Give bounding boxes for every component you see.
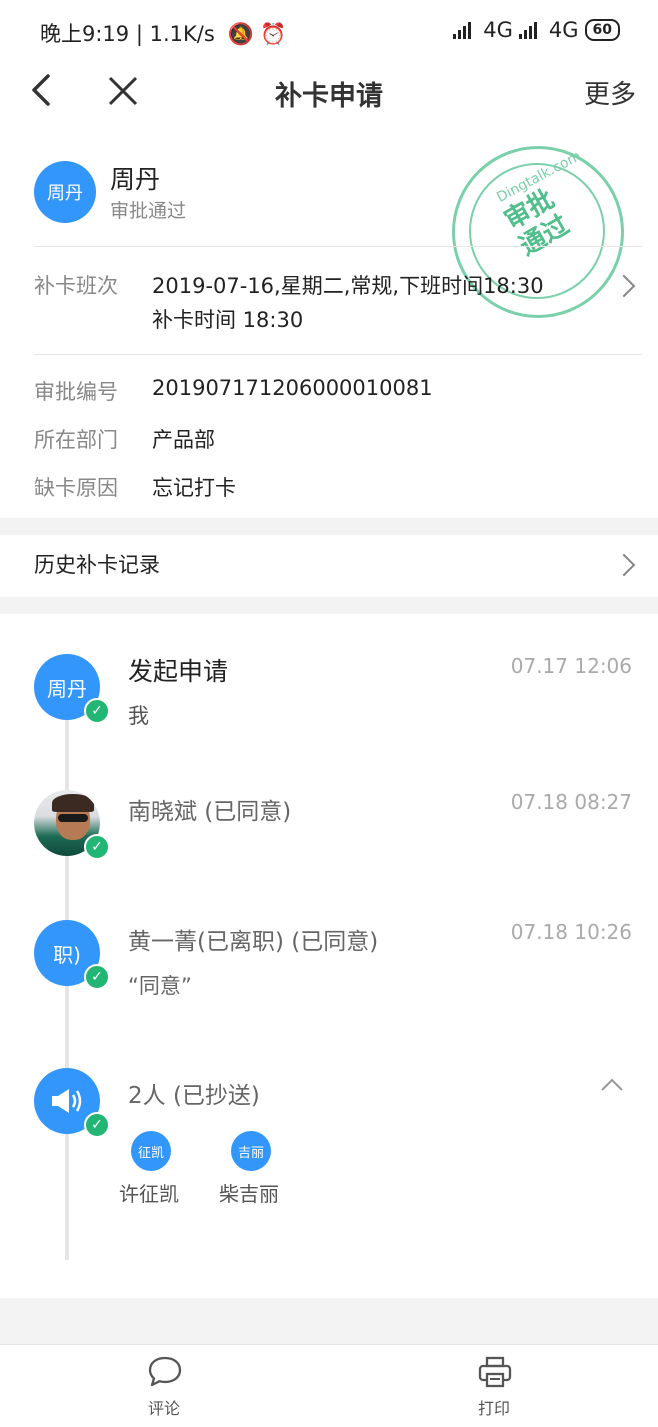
battery-indicator: 60 [584,19,620,41]
timeline-time: 07.17 12:06 [510,654,632,678]
history-row[interactable]: 历史补卡记录 [0,535,658,597]
cc-avatar-text: 吉丽 [237,1145,264,1161]
chevron-right-icon [612,274,636,298]
comment-icon [148,1356,182,1387]
section-separator-2 [0,597,658,614]
print-label: 打印 [478,1399,511,1418]
network-2-label: 4G [548,18,579,42]
page-title: 补卡申请 [275,81,383,112]
divider-2 [34,354,642,355]
cc-person-name: 柴吉丽 [219,1182,279,1206]
mute-icon: 🔕 [227,22,254,46]
applicant-name: 周丹 [110,165,161,194]
cc-person-avatar: 征凯 [131,1131,171,1171]
detail-label: 审批编号 [34,380,118,404]
detail-value: 20190717120600001​0081 [152,376,433,400]
section-separator-3 [0,1298,658,1344]
timeline-time: 07.18 08:27 [510,790,632,814]
detail-label: 缺卡原因 [34,476,118,500]
detail-value: 产品部 [152,428,215,452]
print-button[interactable]: 打印 [460,1353,530,1423]
signal-icon [453,22,472,39]
shift-value-line1: 2019-07-16,星期二,常规,下班时间18:30 [152,274,544,298]
chevron-right-icon [612,553,636,577]
section-separator-1 [0,518,658,535]
comment-button[interactable]: 评论 [130,1353,200,1423]
applicant-avatar: 周丹 [34,161,96,223]
timeline-title: 黄一菁(已离职) (已同意) [128,929,379,955]
timeline-title: 2人 (已抄送) [128,1083,260,1109]
cc-avatar-text: 征凯 [137,1145,164,1161]
status-right: 4G 4G 60 [453,18,620,42]
status-time-speed: 晚上9:19 | 1.1K/s [40,22,215,46]
check-icon: ✓ [84,698,110,724]
megaphone-icon [52,1089,82,1113]
nav-bar: 补卡申请 更多 [0,62,658,120]
cc-person-avatar: 吉丽 [231,1131,271,1171]
timeline-time: 07.18 10:26 [510,920,632,944]
network-1-label: 4G [483,18,513,42]
timeline-title: 发起申请 [128,657,229,686]
bottom-bar: 评论 打印 [0,1344,658,1427]
detail-label: 所在部门 [34,428,118,452]
applicant-avatar-text: 周丹 [47,183,83,204]
timeline-sub: “同意” [128,974,192,998]
shift-label: 补卡班次 [34,274,118,298]
print-icon [478,1356,512,1388]
avatar-sunglasses-shape [58,814,88,822]
approval-status: 审批通过 [110,200,187,222]
check-icon: ✓ [84,834,110,860]
check-icon: ✓ [84,1112,110,1138]
history-label: 历史补卡记录 [34,553,160,577]
shift-row[interactable]: 补卡班次 2019-07-16,星期二,常规,下班时间18:30 补卡时间 18… [0,262,658,342]
timeline-avatar-text: 周丹 [47,676,87,701]
timeline-title: 南晓斌 (已同意) [128,799,292,825]
avatar-hair-shape [52,794,94,812]
alarm-icon: ⏰ [260,22,287,46]
timeline-avatar-text: 职) [53,942,81,967]
status-bar: 晚上9:19 | 1.1K/s 🔕 ⏰ 4G 4G 60 [0,0,658,62]
more-button[interactable]: 更多 [584,74,636,111]
detail-value: 忘记打卡 [152,476,236,500]
shift-value-line2: 补卡时间 18:30 [152,308,304,332]
status-left: 晚上9:19 | 1.1K/s 🔕 ⏰ [40,18,286,48]
cc-person-name: 许征凯 [119,1182,179,1206]
timeline-sub: 我 [128,704,149,728]
check-icon: ✓ [84,964,110,990]
comment-label: 评论 [148,1399,181,1418]
signal-hd-icon [518,22,537,39]
chevron-up-icon[interactable] [600,1078,624,1092]
divider-1 [34,246,642,247]
